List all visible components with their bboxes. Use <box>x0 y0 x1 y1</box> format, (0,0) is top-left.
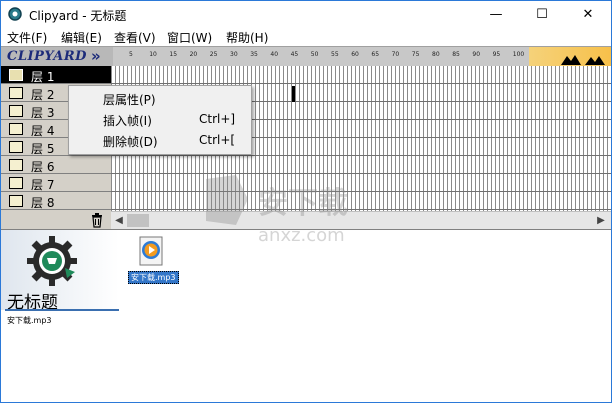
ruler-tick-label: 70 <box>391 51 400 58</box>
layer-label: 层 4 <box>31 124 55 138</box>
clipyard-app-icon[interactable] <box>7 6 23 22</box>
menu-edit[interactable]: 编辑(E) <box>61 29 102 46</box>
logo-text: CLIPYARD <box>7 49 87 64</box>
layer-edit-icon <box>9 69 23 81</box>
menu-view[interactable]: 查看(V) <box>114 29 156 46</box>
ruler-tick-label: 30 <box>230 51 238 58</box>
title-bar: Clipyard - 无标题 — ☐ ✕ <box>1 1 611 27</box>
ruler-tick-label: 5 <box>129 51 133 58</box>
layer-toolbar <box>1 209 111 229</box>
library-panel: 无标题 安下载.mp3 安下载.mp3 <box>1 229 611 402</box>
menu-item-shortcut: Ctrl+] <box>199 112 236 126</box>
maximize-button[interactable]: ☐ <box>519 1 565 27</box>
menu-item-shortcut: Ctrl+[ <box>199 133 236 147</box>
ruler-tick-label: 25 <box>209 51 218 58</box>
menu-item-label: 删除帧(D) <box>103 135 158 149</box>
menu-item-insert-frame[interactable]: 插入帧(I) Ctrl+] <box>69 109 251 130</box>
layer-edit-icon <box>9 105 23 117</box>
layer-edit-icon <box>9 177 23 189</box>
ruler-tick-label: 45 <box>290 51 299 58</box>
keyframe-marker[interactable] <box>292 86 295 102</box>
layer-row-7[interactable]: 层 7 <box>1 174 111 192</box>
ruler-tick-label: 65 <box>371 51 380 58</box>
layer-label: 层 6 <box>31 160 55 174</box>
window-title: Clipyard - 无标题 <box>29 9 127 23</box>
ruler-tick-label: 10 <box>149 51 157 58</box>
scroll-thumb[interactable] <box>127 214 149 227</box>
gear-logo-icon <box>27 236 77 286</box>
ruler-tick-label: 50 <box>310 51 319 58</box>
close-button[interactable]: ✕ <box>565 1 611 27</box>
timeline-scrollbar[interactable]: ◀ ▶ <box>111 211 611 229</box>
ruler-tick-label: 20 <box>189 51 198 58</box>
layer-label: 层 2 <box>31 88 55 102</box>
ruler-tick-label: 80 <box>432 51 440 58</box>
menu-window[interactable]: 窗口(W) <box>167 29 212 46</box>
ruler-tick-label: 95 <box>492 51 501 58</box>
layer-label: 层 7 <box>31 178 55 192</box>
menu-bar: 文件(F) 编辑(E) 查看(V) 窗口(W) 帮助(H) <box>1 27 611 46</box>
ruler-tick-label: 100 <box>512 51 525 58</box>
menu-help[interactable]: 帮助(H) <box>226 29 268 46</box>
ruler-highlight <box>529 47 611 66</box>
layer-label: 层 1 <box>31 70 55 84</box>
scroll-right-arrow-icon[interactable]: ▶ <box>595 215 607 227</box>
layer-label: 层 3 <box>31 106 55 120</box>
layer-edit-icon <box>9 123 23 135</box>
layer-row-8[interactable]: 层 8 <box>1 192 111 210</box>
library-divider <box>5 309 119 311</box>
menu-item-layer-properties[interactable]: 层属性(P) <box>69 88 251 109</box>
layer-edit-icon <box>9 159 23 171</box>
scroll-left-arrow-icon[interactable]: ◀ <box>113 215 125 227</box>
ruler-tick-label: 35 <box>250 51 258 58</box>
ruler-tick-label: 60 <box>351 51 359 58</box>
layer-edit-icon <box>9 141 23 153</box>
media-player-icon[interactable] <box>136 235 168 267</box>
ruler-tick-label: 85 <box>452 51 460 58</box>
trash-icon[interactable] <box>89 212 105 228</box>
clipyard-logo: CLIPYARD » <box>1 47 113 67</box>
library-item-label[interactable]: 安下载.mp3 <box>128 271 179 284</box>
layer-edit-icon <box>9 87 23 99</box>
menu-file[interactable]: 文件(F) <box>7 29 47 46</box>
layer-row-6[interactable]: 层 6 <box>1 156 111 174</box>
menu-item-label: 插入帧(I) <box>103 114 152 128</box>
library-file-name: 安下载.mp3 <box>7 316 52 325</box>
chevron-right-icon[interactable]: » <box>91 47 101 65</box>
menu-item-delete-frame[interactable]: 删除帧(D) Ctrl+[ <box>69 130 251 151</box>
deer-decoration-icon <box>561 55 605 65</box>
library-header: 无标题 <box>1 230 119 313</box>
layer-row-1[interactable]: 层 1 <box>1 66 111 84</box>
ruler-tick-label: 15 <box>169 51 178 58</box>
context-menu: 层属性(P) 插入帧(I) Ctrl+] 删除帧(D) Ctrl+[ <box>68 85 252 155</box>
timeline-ruler-bar: CLIPYARD » 5 10 15 20 25 30 35 40 45 50 55 60 65 70 75… <box>1 46 611 67</box>
ruler-tick-label: 75 <box>411 51 420 58</box>
layer-label: 层 5 <box>31 142 55 156</box>
ruler-tick-label: 55 <box>331 51 339 58</box>
ruler-tick-label: 40 <box>270 51 279 58</box>
ruler-tick-label: 90 <box>472 51 481 58</box>
layer-edit-icon <box>9 195 23 207</box>
minimize-button[interactable]: — <box>473 1 519 27</box>
app-window: Clipyard - 无标题 — ☐ ✕ 文件(F) 编辑(E) 查看(V) 窗… <box>0 0 612 403</box>
menu-item-label: 层属性(P) <box>103 93 156 107</box>
